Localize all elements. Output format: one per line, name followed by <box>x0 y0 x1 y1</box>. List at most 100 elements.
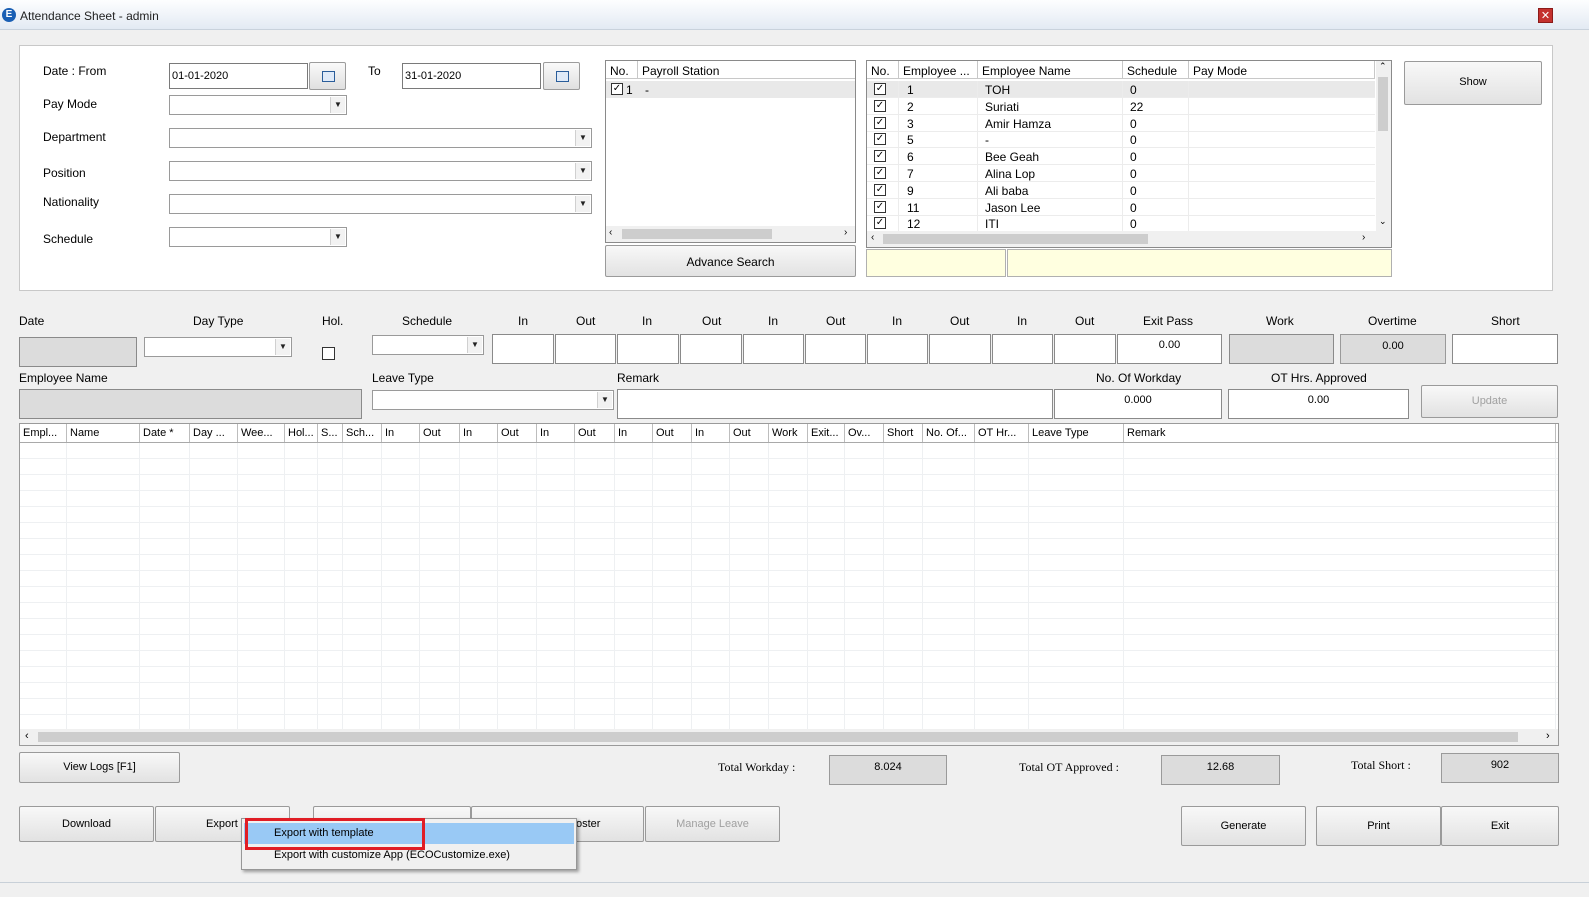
entry-in-4-field[interactable] <box>867 334 928 364</box>
column-header[interactable]: Date * <box>140 424 190 442</box>
scrollbar-thumb[interactable] <box>38 732 1518 742</box>
column-header[interactable]: OT Hr... <box>975 424 1029 442</box>
schedule-filter-dropdown[interactable]: ▼ <box>169 227 347 247</box>
employee-row-checkbox[interactable]: ✓ <box>874 99 886 112</box>
exit-button[interactable]: Exit <box>1441 806 1559 846</box>
date-from-input[interactable]: 01-01-2020 <box>169 63 308 89</box>
entry-out-3-field[interactable] <box>805 334 866 364</box>
entry-leavetype-dropdown[interactable]: ▼ <box>372 390 614 410</box>
column-header-payroll-station[interactable]: Payroll Station <box>638 61 855 79</box>
employee-row-checkbox[interactable]: ✓ <box>874 116 886 129</box>
employee-vertical-scrollbar[interactable]: ⌃ ⌄ <box>1376 61 1391 231</box>
column-header[interactable]: Out <box>653 424 692 442</box>
date-to-input[interactable]: 31-01-2020 <box>402 63 541 89</box>
scroll-right-icon[interactable]: › <box>844 227 847 238</box>
scroll-up-icon[interactable]: ⌃ <box>1379 61 1387 72</box>
scroll-left-icon[interactable]: ‹ <box>609 227 612 238</box>
column-header[interactable]: In <box>692 424 730 442</box>
department-dropdown[interactable]: ▼ <box>169 128 592 148</box>
entry-in-1-field[interactable] <box>492 334 554 364</box>
scrollbar-thumb[interactable] <box>622 229 772 239</box>
column-header[interactable]: No. Of... <box>923 424 975 442</box>
entry-in-2-field[interactable] <box>617 334 679 364</box>
update-button[interactable]: Update <box>1421 385 1558 418</box>
employee-name-filter[interactable] <box>1007 249 1392 277</box>
entry-short-field[interactable] <box>1452 334 1558 364</box>
entry-remark-field[interactable] <box>617 389 1053 419</box>
column-header[interactable]: Sch... <box>343 424 382 442</box>
attendance-grid[interactable]: Empl... Name Date * Day ... Wee... Hol... S...… <box>19 423 1559 746</box>
paymode-dropdown[interactable]: ▼ <box>169 95 347 115</box>
column-header[interactable]: In <box>460 424 498 442</box>
payroll-horizontal-scrollbar[interactable]: ‹ › <box>606 226 855 242</box>
employee-row[interactable]: ✓ 7 Alina Lop 0 <box>867 165 1375 182</box>
column-header[interactable]: In <box>382 424 420 442</box>
scrollbar-thumb[interactable] <box>1378 77 1388 131</box>
column-header[interactable]: Exit... <box>808 424 845 442</box>
column-header[interactable]: Name <box>67 424 140 442</box>
column-header-pay-mode[interactable]: Pay Mode <box>1189 61 1375 79</box>
column-header-schedule[interactable]: Schedule <box>1123 61 1189 79</box>
attendance-horizontal-scrollbar[interactable]: ‹ › <box>20 729 1558 745</box>
payroll-row[interactable]: ✓ 1 - <box>606 81 855 98</box>
employee-row[interactable]: ✓ 3 Amir Hamza 0 <box>867 114 1375 132</box>
column-header[interactable]: In <box>615 424 653 442</box>
entry-in-5-field[interactable] <box>992 334 1053 364</box>
employee-row-checkbox[interactable]: ✓ <box>874 167 886 179</box>
entry-daytype-dropdown[interactable]: ▼ <box>144 337 292 357</box>
entry-in-3-field[interactable] <box>743 334 804 364</box>
column-header[interactable]: Short <box>884 424 923 442</box>
employee-row[interactable]: ✓ 1 TOH 0 <box>867 81 1375 98</box>
employee-row[interactable]: ✓ 6 Bee Geah 0 <box>867 148 1375 166</box>
column-header[interactable]: Wee... <box>238 424 285 442</box>
employee-row[interactable]: ✓ 5 - 0 <box>867 131 1375 149</box>
column-header[interactable]: Work <box>769 424 808 442</box>
column-header[interactable]: Ov... <box>845 424 884 442</box>
employee-row-checkbox[interactable]: ✓ <box>874 183 886 196</box>
employee-row-checkbox[interactable]: ✓ <box>874 200 886 213</box>
employee-grid[interactable]: No. Employee ... Employee Name Schedule … <box>866 60 1392 248</box>
column-header[interactable]: Out <box>420 424 460 442</box>
manage-leave-button[interactable]: Manage Leave <box>645 806 780 842</box>
column-header-employee-name[interactable]: Employee Name <box>978 61 1123 79</box>
employee-row-checkbox[interactable]: ✓ <box>874 133 886 146</box>
entry-out-2-field[interactable] <box>680 334 742 364</box>
scroll-right-icon[interactable]: › <box>1362 232 1365 243</box>
column-header[interactable]: Leave Type <box>1029 424 1124 442</box>
print-button[interactable]: Print <box>1316 806 1441 846</box>
column-header[interactable]: S... <box>318 424 343 442</box>
employee-row[interactable]: ✓ 9 Ali baba 0 <box>867 181 1375 199</box>
employee-horizontal-scrollbar[interactable]: ‹ › <box>867 231 1391 247</box>
payroll-station-grid[interactable]: No. Payroll Station ✓ 1 - ‹ › <box>605 60 856 243</box>
employee-id-filter[interactable] <box>866 249 1006 277</box>
advance-search-button[interactable]: Advance Search <box>605 245 856 277</box>
nationality-dropdown[interactable]: ▼ <box>169 194 592 214</box>
employee-row[interactable]: ✓ 11 Jason Lee 0 <box>867 198 1375 216</box>
payroll-row-checkbox[interactable]: ✓ <box>611 83 623 95</box>
scroll-down-icon[interactable]: ⌄ <box>1379 216 1387 227</box>
show-button[interactable]: Show <box>1404 61 1542 105</box>
entry-ot-field[interactable]: 0.00 <box>1228 389 1409 419</box>
date-to-calendar-button[interactable] <box>543 62 580 90</box>
column-header[interactable]: In <box>537 424 575 442</box>
generate-button[interactable]: Generate <box>1181 806 1306 846</box>
employee-row[interactable]: ✓ 2 Suriati 22 <box>867 97 1375 115</box>
column-header[interactable]: Day ... <box>190 424 238 442</box>
view-logs-button[interactable]: View Logs [F1] <box>19 752 180 783</box>
scroll-left-icon[interactable]: ‹ <box>25 730 29 742</box>
entry-workday-field[interactable]: 0.000 <box>1054 389 1222 419</box>
entry-out-5-field[interactable] <box>1054 334 1116 364</box>
column-header[interactable]: Hol... <box>285 424 318 442</box>
entry-schedule-dropdown[interactable]: ▼ <box>372 335 484 355</box>
entry-out-1-field[interactable] <box>555 334 616 364</box>
date-from-calendar-button[interactable] <box>309 62 346 90</box>
column-header[interactable]: Remark <box>1124 424 1556 442</box>
column-header[interactable]: Out <box>730 424 769 442</box>
column-header-no[interactable]: No. <box>867 61 899 79</box>
employee-row-checkbox[interactable]: ✓ <box>874 150 886 163</box>
column-header[interactable]: Out <box>575 424 615 442</box>
position-dropdown[interactable]: ▼ <box>169 161 592 181</box>
entry-out-4-field[interactable] <box>929 334 991 364</box>
entry-exitpass-field[interactable]: 0.00 <box>1117 334 1222 364</box>
column-header[interactable]: Empl... <box>20 424 67 442</box>
